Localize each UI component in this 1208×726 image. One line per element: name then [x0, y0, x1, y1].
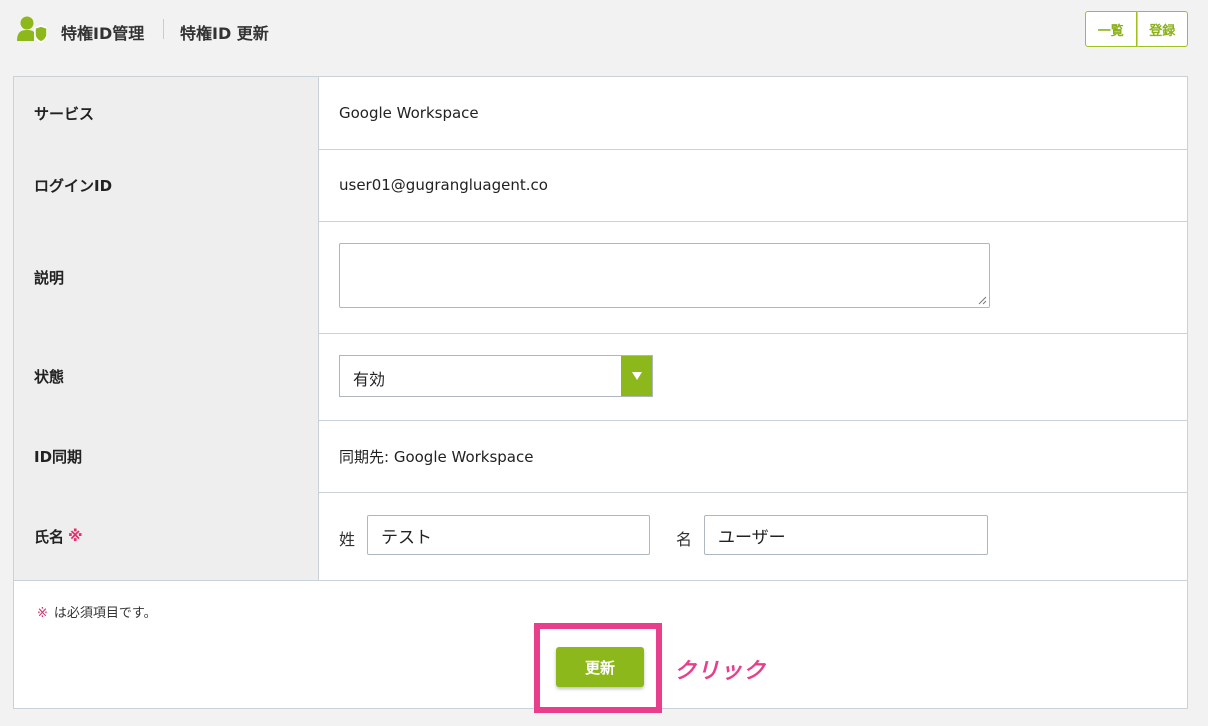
- privileged-user-icon: [17, 16, 47, 43]
- required-note-text: は必須項目です。: [53, 606, 157, 621]
- status-select[interactable]: 有効: [339, 355, 653, 397]
- service-label: サービス: [14, 77, 319, 149]
- form-row-service: サービス Google Workspace: [14, 77, 1187, 150]
- breadcrumb-section: 特権ID管理: [61, 24, 145, 43]
- form-row-name: 氏名 ※ 姓 テスト 名 ユーザー: [14, 492, 1187, 581]
- header-actions: 一覧 登録: [1085, 11, 1188, 47]
- required-mark: ※: [68, 527, 83, 545]
- dropdown-arrow-icon[interactable]: [621, 356, 652, 396]
- form-row-id-sync: ID同期 同期先: Google Workspace: [14, 420, 1187, 493]
- register-button[interactable]: 登録: [1136, 11, 1188, 47]
- first-name-input[interactable]: ユーザー: [704, 515, 988, 555]
- first-name-label: 名: [676, 530, 693, 549]
- description-textarea[interactable]: [339, 243, 990, 308]
- resize-grip-icon[interactable]: [978, 296, 987, 305]
- login-id-value: user01@gugrangluagent.co: [339, 176, 548, 194]
- update-button[interactable]: 更新: [556, 647, 644, 687]
- last-name-input[interactable]: テスト: [367, 515, 650, 555]
- status-label: 状態: [14, 333, 319, 420]
- name-label-cell: 氏名 ※: [14, 492, 319, 580]
- form-row-login-id: ログインID user01@gugrangluagent.co: [14, 149, 1187, 222]
- page-title: 特権ID 更新: [180, 24, 269, 43]
- form-row-status: 状態 有効: [14, 333, 1187, 421]
- edit-form-panel: サービス Google Workspace ログインID user01@gugr…: [13, 76, 1188, 713]
- list-button[interactable]: 一覧: [1085, 11, 1137, 47]
- required-note: ※ は必須項目です。: [37, 602, 157, 621]
- description-label: 説明: [14, 221, 319, 333]
- login-id-label: ログインID: [14, 149, 319, 221]
- id-sync-label: ID同期: [14, 420, 319, 492]
- breadcrumb-divider: [163, 19, 164, 39]
- required-note-mark: ※: [37, 606, 48, 621]
- service-value: Google Workspace: [339, 104, 479, 122]
- click-annotation: クリック: [674, 659, 767, 684]
- form-row-description: 説明: [14, 221, 1187, 334]
- status-selected-value: 有効: [353, 370, 386, 389]
- page-header: 特権ID管理 特権ID 更新 一覧 登録: [0, 0, 1208, 60]
- last-name-label: 姓: [339, 530, 356, 549]
- name-label: 氏名: [34, 527, 65, 546]
- id-sync-value: 同期先: Google Workspace: [339, 447, 534, 466]
